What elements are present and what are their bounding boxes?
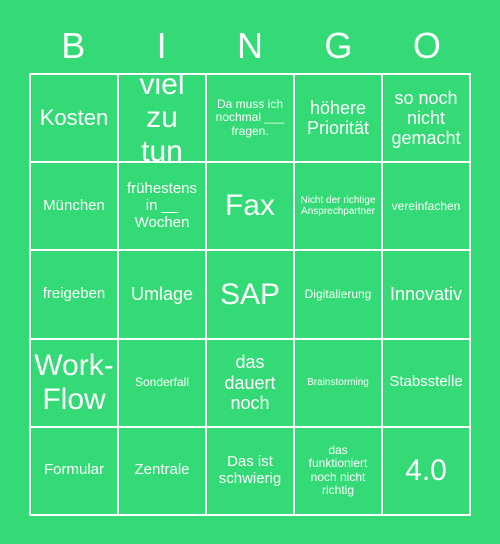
bingo-cell-label: Da muss ich nochmal ___ fragen. xyxy=(215,96,285,138)
bingo-cell[interactable]: Stabsstelle xyxy=(383,339,469,426)
bingo-cell-label: Kosten xyxy=(39,104,109,130)
bingo-cell[interactable]: Fax xyxy=(207,163,293,250)
bingo-cell-label: das dauert noch xyxy=(224,352,276,413)
bingo-cell[interactable]: viel zu tun xyxy=(119,75,205,162)
bingo-cell-label: Fax xyxy=(224,189,275,223)
bingo-cell[interactable]: Kosten xyxy=(31,75,117,162)
bingo-cell[interactable]: Brainstorming xyxy=(295,339,381,426)
bingo-cell-label: Das ist schwierig xyxy=(218,453,282,487)
bingo-cell[interactable]: frühestens in __ Wochen xyxy=(119,163,205,250)
bingo-cell-label: freigeben xyxy=(42,285,106,303)
bingo-cell[interactable]: Umlage xyxy=(119,251,205,338)
bingo-header-letter-b: B xyxy=(61,24,86,66)
bingo-cell[interactable]: Work-Flow xyxy=(31,339,117,426)
bingo-cell-label: Digitalierung xyxy=(304,286,372,301)
bingo-cell-label: Formular xyxy=(43,461,104,479)
bingo-cell-label: Nicht der richtige Ansprechpartner xyxy=(300,195,376,218)
bingo-cell[interactable]: so noch nicht gemacht xyxy=(383,75,469,162)
bingo-cell[interactable]: Da muss ich nochmal ___ fragen. xyxy=(207,75,293,162)
bingo-cell-label: Sonderfall xyxy=(134,374,190,389)
bingo-cell[interactable]: Das ist schwierig xyxy=(207,427,293,514)
bingo-cell-label: frühestens in __ Wochen xyxy=(126,180,198,231)
bingo-cell-label: vereinfachen xyxy=(391,198,461,213)
bingo-cell[interactable]: das funktioniert noch nicht richtig xyxy=(295,427,381,514)
bingo-header: B I N G O xyxy=(29,18,471,73)
bingo-cell-label: so noch nicht gemacht xyxy=(391,87,461,149)
bingo-cell[interactable]: SAP xyxy=(207,251,293,338)
bingo-header-letter-o: O xyxy=(412,24,441,66)
bingo-cell-label: 4.0 xyxy=(405,454,447,488)
bingo-cell[interactable]: höhere Priorität xyxy=(295,75,381,162)
bingo-cell[interactable]: Sonderfall xyxy=(119,339,205,426)
bingo-cell-label: Umlage xyxy=(130,284,194,305)
bingo-cell[interactable]: Nicht der richtige Ansprechpartner xyxy=(295,163,381,250)
bingo-cell-label: Work-Flow xyxy=(34,349,114,416)
bingo-cell-label: Brainstorming xyxy=(307,377,369,389)
bingo-cell[interactable]: Formular xyxy=(31,427,117,514)
bingo-cell-label: Zentrale xyxy=(134,461,190,479)
bingo-cell[interactable]: 4.0 xyxy=(383,427,469,514)
bingo-cell-label: viel zu tun xyxy=(139,75,185,162)
bingo-grid: Kosten viel zu tun Da muss ich nochmal _… xyxy=(29,73,471,516)
bingo-cell[interactable]: vereinfachen xyxy=(383,163,469,250)
bingo-cell[interactable]: das dauert noch xyxy=(207,339,293,426)
bingo-cell-label: das funktioniert noch nicht richtig xyxy=(308,443,368,498)
bingo-cell[interactable]: Digitalierung xyxy=(295,251,381,338)
bingo-cell[interactable]: Innovativ xyxy=(383,251,469,338)
bingo-cell-label: Stabsstelle xyxy=(389,373,463,391)
bingo-header-letter-i: I xyxy=(156,24,167,66)
bingo-cell[interactable]: freigeben xyxy=(31,251,117,338)
bingo-cell-label: München xyxy=(43,196,105,214)
bingo-card: B I N G O Kosten viel zu tun Da muss ich… xyxy=(0,0,500,544)
bingo-cell-label: höhere Priorität xyxy=(306,97,369,139)
bingo-header-letter-g: G xyxy=(324,24,353,66)
bingo-cell-label: Innovativ xyxy=(389,284,463,305)
bingo-cell-label: SAP xyxy=(219,277,281,311)
bingo-cell[interactable]: Zentrale xyxy=(119,427,205,514)
bingo-header-letter-n: N xyxy=(237,24,264,66)
bingo-cell[interactable]: München xyxy=(31,163,117,250)
